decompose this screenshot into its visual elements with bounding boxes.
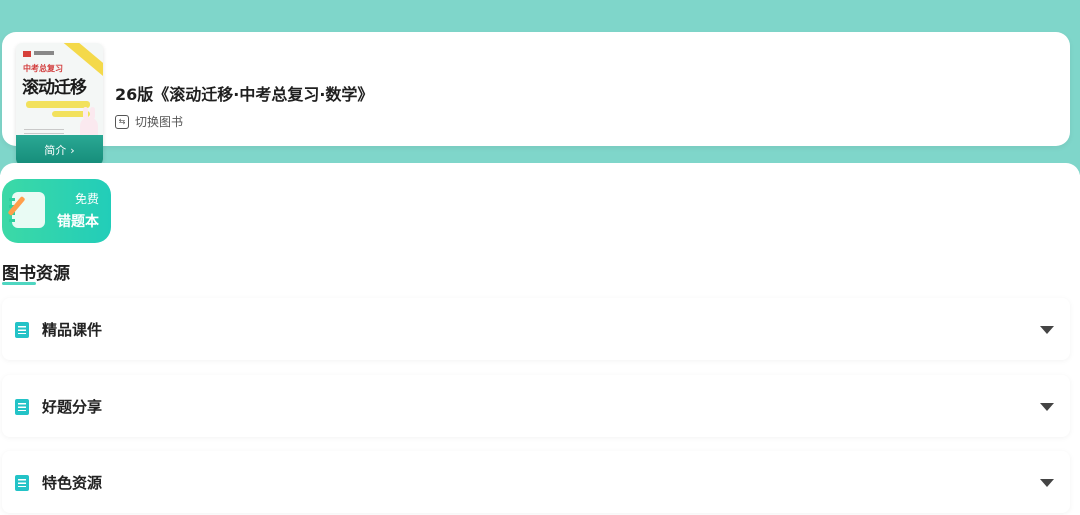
publisher-name <box>34 51 54 55</box>
resource-label: 好题分享 <box>42 398 103 416</box>
section-title: 图书资源 <box>2 259 70 285</box>
wrong-book-button[interactable]: 免费 错题本 <box>2 179 111 243</box>
wrong-book-label: 错题本 <box>57 214 99 230</box>
document-icon <box>15 322 29 338</box>
caret-down-icon[interactable] <box>1040 479 1054 487</box>
intro-button[interactable]: 简介 › <box>16 135 103 165</box>
resource-item-featured[interactable]: 特色资源 <box>2 451 1070 513</box>
caret-down-icon[interactable] <box>1040 326 1054 334</box>
publisher-logo <box>23 51 31 57</box>
cover-title: 滚动迁移 <box>22 78 87 98</box>
document-icon <box>15 475 29 491</box>
book-title: 26版《滚动迁移·中考总复习·数学》 <box>115 85 374 104</box>
switch-book-button[interactable]: ⇆ 切换图书 <box>115 113 183 130</box>
resource-label: 特色资源 <box>42 474 103 492</box>
caret-down-icon[interactable] <box>1040 403 1054 411</box>
switch-icon: ⇆ <box>115 114 129 129</box>
resource-label: 精品课件 <box>42 321 103 339</box>
notebook-icon <box>9 192 45 228</box>
switch-book-label: 切换图书 <box>135 115 184 129</box>
book-card: 中考总复习 滚动迁移 简介 › 26版《滚动迁移·中考总复习·数学》 ⇆ 切换图… <box>2 32 1070 165</box>
document-icon <box>15 399 29 415</box>
section-title-text: 图书资源 <box>2 264 70 284</box>
main-content: 免费 错题本 图书资源 精品课件 好题分享 特色资源 <box>0 163 1080 515</box>
free-badge: 免费 <box>74 192 99 206</box>
chevron-right-icon: › <box>70 143 75 157</box>
book-cover[interactable]: 中考总复习 滚动迁移 简介 › <box>16 43 103 165</box>
cover-banner <box>26 101 90 108</box>
intro-label: 简介 <box>44 144 67 157</box>
resource-item-courseware[interactable]: 精品课件 <box>2 298 1070 360</box>
resource-item-good-questions[interactable]: 好题分享 <box>2 375 1070 437</box>
title-underline <box>2 282 36 285</box>
